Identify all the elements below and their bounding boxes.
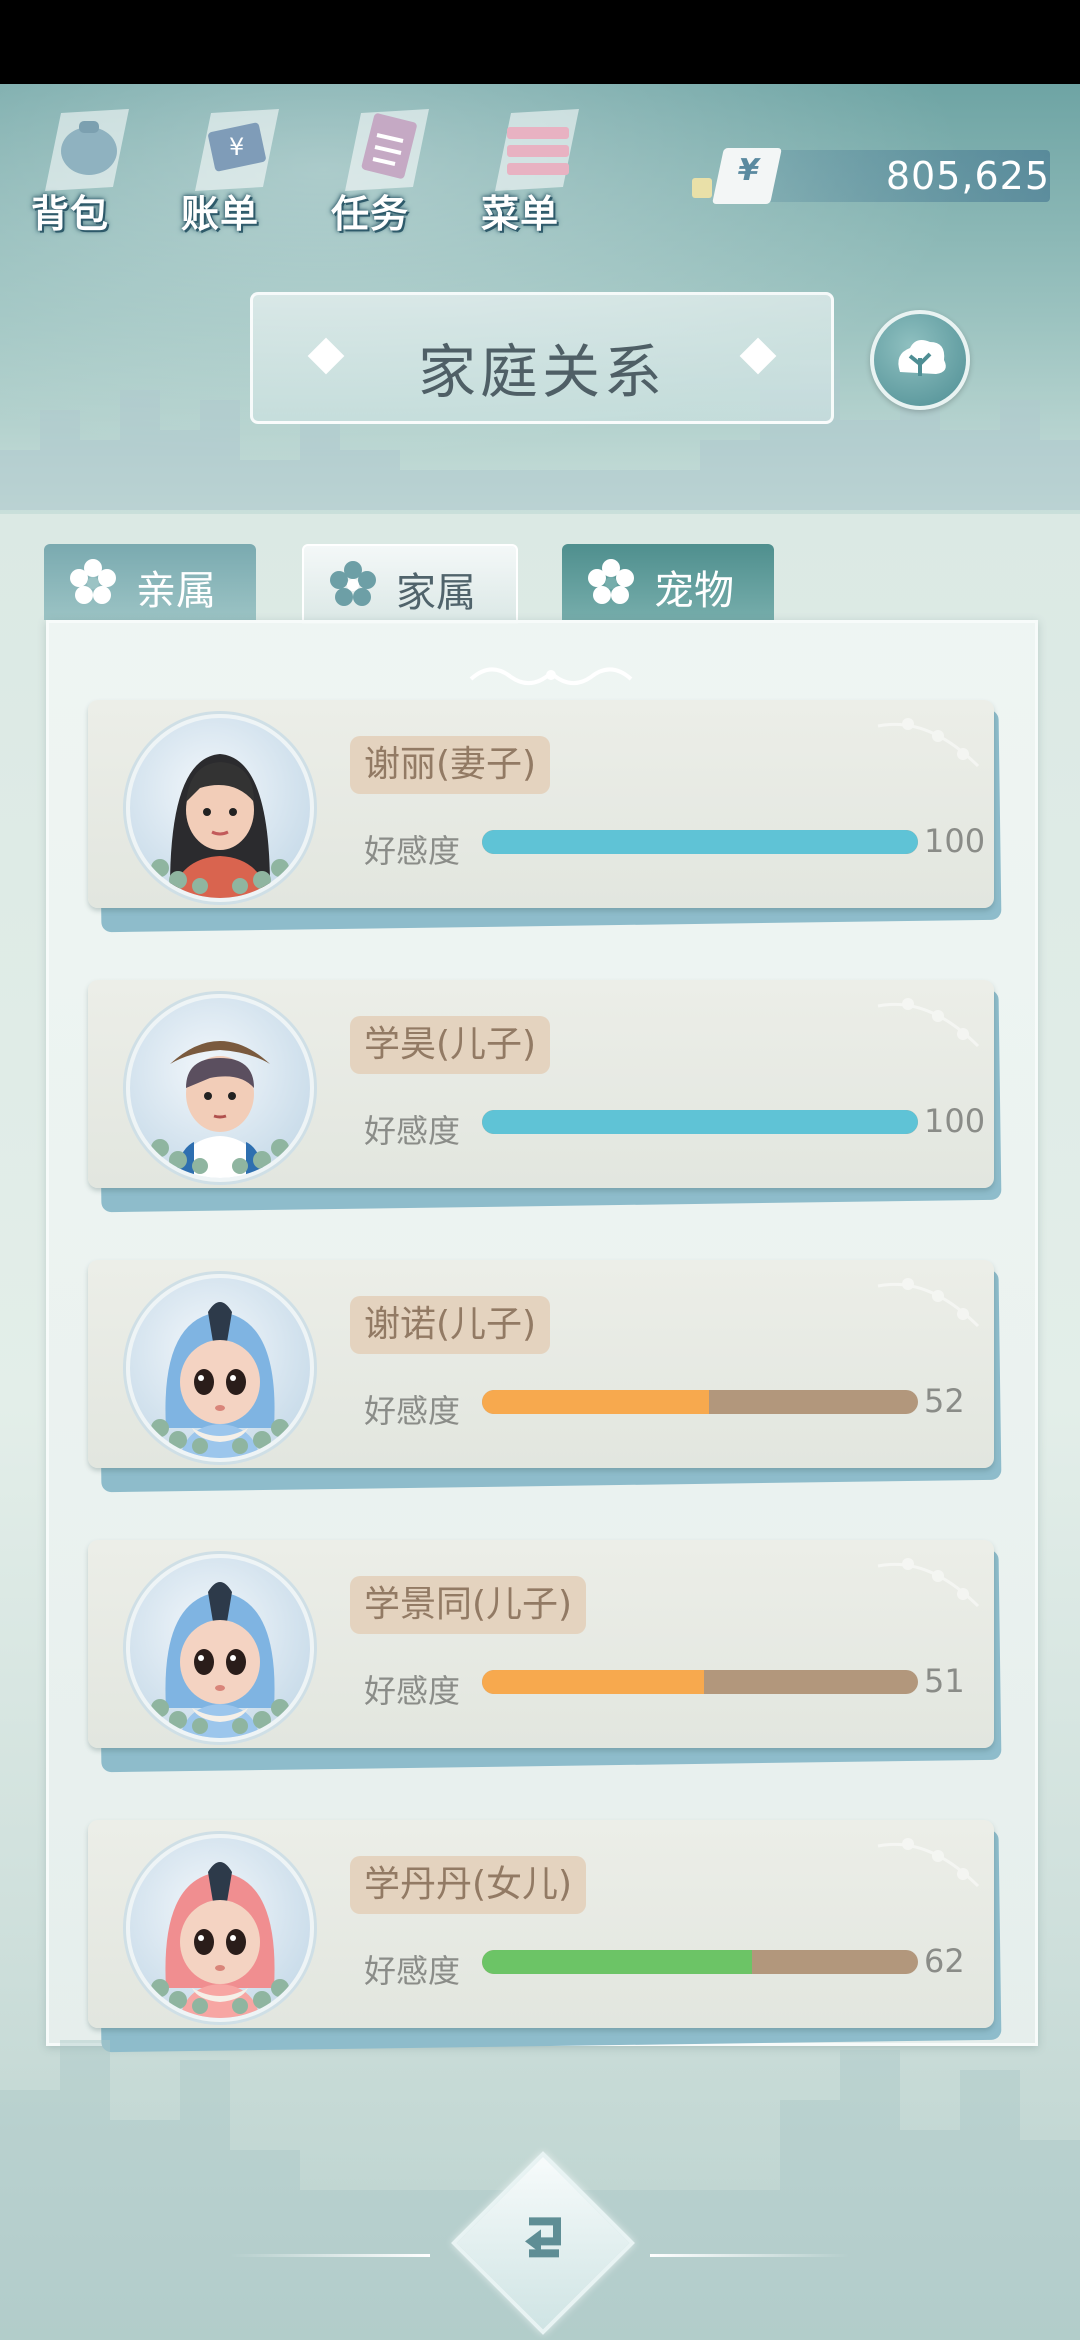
boy-avatar-icon (151, 1041, 289, 1178)
member-name: 学景同(儿子) (350, 1576, 587, 1634)
affinity-value: 52 (924, 1382, 965, 1420)
baby-avatar-icon (151, 1862, 289, 2018)
ornament-icon (469, 667, 633, 685)
avatar[interactable] (126, 994, 314, 1182)
tab-relatives[interactable]: 亲属 (44, 544, 256, 620)
affinity-value: 51 (924, 1662, 965, 1700)
yen-icon: ¥ (712, 148, 782, 204)
tab-family[interactable]: 家属 (302, 544, 518, 624)
menu-icon (495, 109, 579, 191)
card-face: 学景同(儿子) 好感度 51 (88, 1540, 994, 1748)
card-face: 谢丽(妻子) 好感度 100 (88, 700, 994, 908)
affinity-fill (482, 1670, 705, 1694)
affinity-label: 好感度 (364, 1392, 461, 1430)
menu-label: 菜单 (481, 192, 560, 236)
member-card[interactable]: 谢诺(儿子) 好感度 52 (88, 1260, 1002, 1493)
affinity-bar (482, 830, 918, 854)
flower-icon (70, 559, 116, 604)
page-title: 家庭关系 (417, 338, 666, 406)
affinity-bar (482, 1670, 918, 1694)
vine-decoration-icon (877, 998, 980, 1048)
tab-pets-label: 宠物 (654, 568, 734, 614)
affinity-value: 100 (924, 1102, 986, 1140)
vine-decoration-icon (877, 1838, 980, 1888)
affinity-value: 100 (924, 822, 986, 860)
baby-avatar-icon (151, 1302, 289, 1458)
affinity-bar (482, 1950, 918, 1974)
flower-icon (330, 561, 376, 606)
member-card[interactable]: 谢丽(妻子) 好感度 100 (88, 700, 1002, 933)
task-label: 任务 (331, 192, 410, 236)
affinity-label: 好感度 (364, 1112, 461, 1150)
member-card[interactable]: 学景同(儿子) 好感度 51 (88, 1540, 1002, 1773)
bag-icon (45, 109, 129, 191)
title-plate: 家庭关系 (250, 292, 834, 424)
bill-button[interactable]: ¥ 账单 (175, 95, 287, 236)
card-face: 谢诺(儿子) 好感度 52 (88, 1260, 994, 1468)
back-arrow-icon (525, 2217, 561, 2258)
bag-label: 背包 (31, 192, 110, 236)
task-icon (345, 109, 429, 191)
divider-right (650, 2254, 850, 2257)
bag-button[interactable]: 背包 (25, 95, 137, 236)
vine-decoration-icon (877, 1278, 980, 1328)
avatar[interactable] (126, 714, 314, 902)
affinity-fill (482, 830, 918, 854)
affinity-fill (482, 1950, 753, 1974)
flower-icon (588, 559, 634, 604)
member-name: 学丹丹(女儿) (350, 1856, 587, 1914)
task-button[interactable]: 任务 (325, 95, 437, 236)
avatar[interactable] (126, 1274, 314, 1462)
affinity-label: 好感度 (364, 1952, 461, 1990)
status-bar (0, 0, 1080, 84)
affinity-value: 62 (924, 1942, 965, 1980)
member-card[interactable]: 学丹丹(女儿) 好感度 62 (88, 1820, 1002, 2053)
tab-pets[interactable]: 宠物 (562, 544, 774, 620)
menu-button[interactable]: 菜单 (475, 95, 587, 236)
card-face: 学昊(儿子) 好感度 100 (88, 980, 994, 1188)
avatar[interactable] (126, 1554, 314, 1742)
currency-amount: 805,625 (885, 154, 1050, 198)
bill-icon: ¥ (195, 109, 279, 191)
member-name: 谢诺(儿子) (350, 1296, 551, 1354)
baby-avatar-icon (151, 1582, 289, 1738)
vine-decoration-icon (877, 1558, 980, 1608)
affinity-label: 好感度 (364, 832, 461, 870)
family-tree-icon (898, 340, 946, 376)
coin-icon (692, 178, 712, 198)
card-face: 学丹丹(女儿) 好感度 62 (88, 1820, 994, 2028)
family-tree-button[interactable] (870, 310, 970, 410)
divider-left (230, 2254, 430, 2257)
currency-display: ¥ 805,625 (692, 148, 1050, 204)
member-card[interactable]: 学昊(儿子) 好感度 100 (88, 980, 1002, 1213)
tab-relatives-label: 亲属 (136, 568, 216, 614)
affinity-bar (482, 1110, 918, 1134)
member-name: 学昊(儿子) (350, 1016, 551, 1074)
avatar[interactable] (126, 1834, 314, 2022)
bill-label: 账单 (181, 192, 260, 236)
affinity-label: 好感度 (364, 1672, 461, 1710)
tab-family-label: 家属 (396, 570, 476, 616)
affinity-fill (482, 1110, 918, 1134)
affinity-fill (482, 1390, 709, 1414)
vine-decoration-icon (877, 718, 980, 768)
top-nav: 背包 ¥ 账单 任务 菜单 (25, 95, 587, 236)
woman-avatar-icon (151, 754, 289, 898)
affinity-bar (482, 1390, 918, 1414)
member-name: 谢丽(妻子) (350, 736, 551, 794)
svg-text:¥: ¥ (229, 133, 244, 161)
